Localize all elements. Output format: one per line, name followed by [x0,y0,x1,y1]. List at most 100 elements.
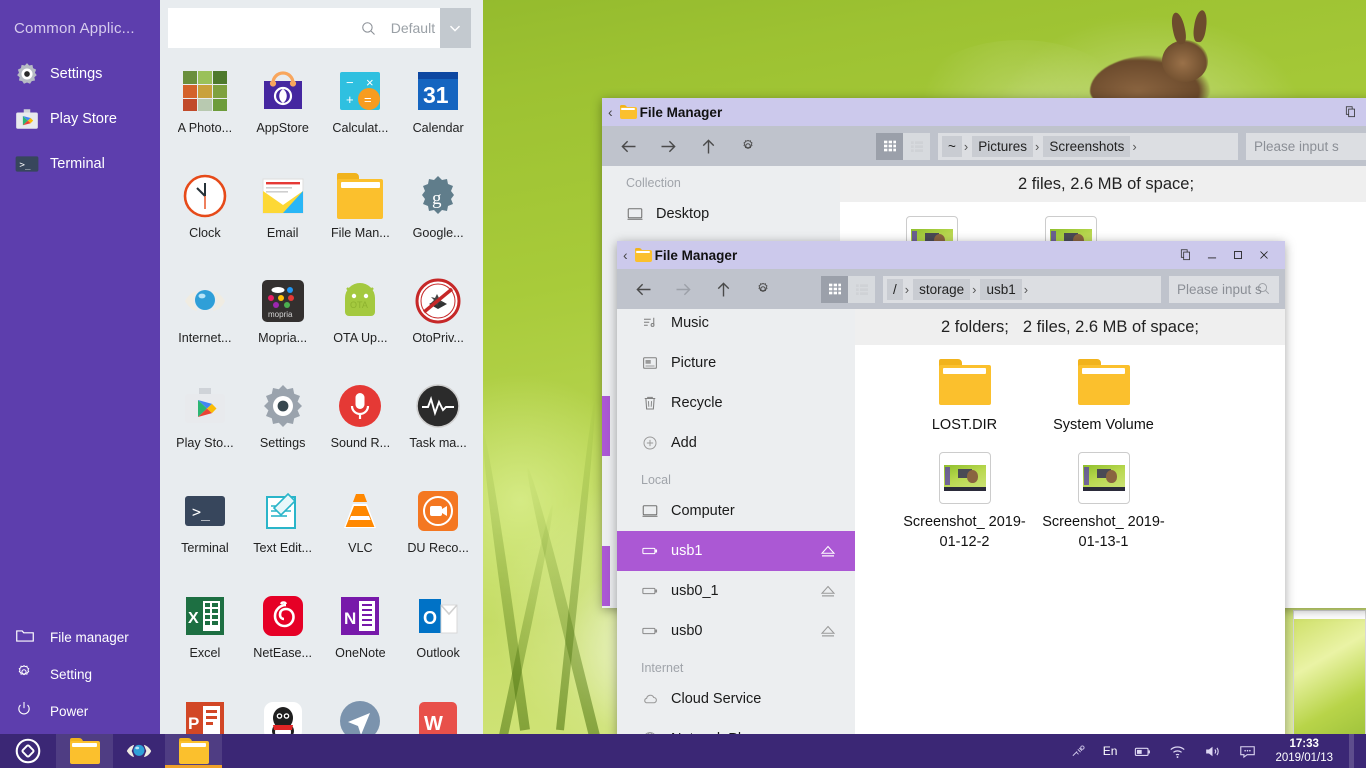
app-tile[interactable]: OTA OTA Up... [322,272,400,371]
app-tile[interactable]: mopria Mopria... [244,272,322,371]
app-tile[interactable]: Clock [166,167,244,266]
clock[interactable]: 17:33 2019/01/13 [1273,737,1333,766]
sidebar-item-usb0[interactable]: usb0 [617,611,855,651]
gear-icon[interactable] [743,269,783,309]
breadcrumb-item[interactable]: Screenshots [1043,135,1131,157]
sidebar-item-usb1[interactable]: usb1 [617,531,855,571]
app-tile[interactable]: g Google... [399,167,477,266]
app-tile[interactable]: VLC [322,482,400,581]
search-input[interactable]: Please input s [1246,132,1366,160]
eject-icon[interactable] [819,622,837,640]
volume-icon[interactable] [1203,742,1222,761]
back-chevron-icon[interactable]: ‹ [623,247,628,263]
sidebar-item-terminal[interactable]: >_ Terminal [0,141,160,186]
taskbar-item-file-manager-1[interactable] [56,734,113,768]
sidebar-item-setting[interactable]: Setting [0,656,160,693]
eject-icon[interactable] [819,582,837,600]
maximize-icon[interactable] [1225,244,1251,266]
sidebar-item-cloud-service[interactable]: Cloud Service [617,679,855,719]
breadcrumb-item[interactable]: / [887,278,903,300]
sidebar-item-play-store[interactable]: Play Store [0,96,160,141]
sidebar-item-recycle[interactable]: Recycle [617,383,855,423]
notifications-icon[interactable] [1238,742,1257,761]
file-item[interactable]: LOST.DIR [895,359,1034,436]
up-arrow-icon[interactable] [703,269,743,309]
search-input[interactable] [179,9,360,47]
app-tile[interactable]: X Excel [166,587,244,686]
app-tile[interactable]: − × + = Calculat... [322,62,400,161]
copy-icon[interactable] [1338,101,1364,123]
forward-arrow-icon[interactable] [663,269,703,309]
file-area[interactable]: 2 folders; 2 files, 2.6 MB of space; LOS… [855,309,1285,740]
sidebar-item-usb0_1[interactable]: usb0_1 [617,571,855,611]
app-tile[interactable]: >_ Terminal [166,482,244,581]
sidebar-item-power[interactable]: Power [0,693,160,730]
sidebar-item-picture[interactable]: Picture [617,343,855,383]
show-desktop-button[interactable] [1349,734,1354,768]
app-tile[interactable]: NetEase... [244,587,322,686]
gear-icon[interactable] [728,126,768,166]
file-item[interactable]: System Volume [1034,359,1173,436]
app-tile[interactable]: Email [244,167,322,266]
window-title-bar[interactable]: ‹ File Manager [617,241,1285,269]
app-tile[interactable]: N OneNote [322,587,400,686]
back-chevron-icon[interactable]: ‹ [608,104,613,120]
background-window-fragment[interactable] [1293,610,1366,740]
view-toggle[interactable] [821,275,875,303]
vpn-icon[interactable] [1070,743,1087,760]
app-tile[interactable]: File Man... [322,167,400,266]
file-manager-window-front[interactable]: ‹ File Manager / › storage › usb1 › Plea… [617,241,1285,740]
grid-view-icon[interactable] [821,275,848,303]
forward-arrow-icon[interactable] [648,126,688,166]
navigation-sidebar[interactable]: Music Picture Recycle Add Local Computer… [617,309,855,740]
close-icon[interactable] [1251,244,1277,266]
list-view-icon[interactable] [903,132,930,160]
filter-select-value[interactable]: Default [386,8,440,48]
app-launcher-icon[interactable] [0,734,56,768]
app-tile[interactable]: 31 Calendar [399,62,477,161]
sidebar-item-computer[interactable]: Computer [617,491,855,531]
search-icon[interactable] [1256,281,1271,296]
file-item[interactable]: Screenshot_ 2019-01-12-2 [895,451,1034,553]
taskbar-item-internet[interactable] [113,734,165,768]
breadcrumb-item[interactable]: Pictures [972,135,1034,157]
chevron-down-icon[interactable] [439,8,471,48]
search-box[interactable] [168,8,386,48]
sidebar-item-add[interactable]: Add [617,423,855,463]
breadcrumb[interactable]: ~ › Pictures › Screenshots › [938,132,1238,160]
window-title-bar[interactable]: ‹ File Manager [602,98,1366,126]
file-item[interactable]: Screenshot_ 2019-01-13-1 [1034,451,1173,553]
app-tile[interactable]: Task ma... [399,377,477,476]
app-tile[interactable]: AppStore [244,62,322,161]
search-input[interactable]: Please input s [1169,275,1279,303]
sidebar-item-file-manager[interactable]: File manager [0,619,160,656]
breadcrumb-item[interactable]: storage [913,278,971,300]
app-tile[interactable]: Sound R... [322,377,400,476]
app-tile[interactable]: Internet... [166,272,244,371]
search-icon[interactable] [360,20,377,37]
list-view-icon[interactable] [848,275,875,303]
up-arrow-icon[interactable] [688,126,728,166]
minimize-icon[interactable] [1199,244,1225,266]
language-indicator[interactable]: En [1103,744,1118,758]
eject-icon[interactable] [819,542,837,560]
grid-view-icon[interactable] [876,132,903,160]
copy-icon[interactable] [1173,244,1199,266]
app-tile[interactable]: Text Edit... [244,482,322,581]
taskbar-item-file-manager-2[interactable] [165,734,222,768]
view-toggle[interactable] [876,132,930,160]
back-arrow-icon[interactable] [608,126,648,166]
app-tile[interactable]: DU Reco... [399,482,477,581]
wifi-icon[interactable] [1168,742,1187,761]
breadcrumb[interactable]: / › storage › usb1 › [883,275,1161,303]
breadcrumb-item[interactable]: ~ [942,135,962,157]
app-tile[interactable]: Settings [244,377,322,476]
app-tile[interactable]: A Photo... [166,62,244,161]
back-arrow-icon[interactable] [623,269,663,309]
battery-icon[interactable] [1133,742,1152,761]
sidebar-item-desktop[interactable]: Desktop [602,194,840,234]
sidebar-item-settings[interactable]: Settings [0,51,160,96]
breadcrumb-item[interactable]: usb1 [980,278,1022,300]
app-tile[interactable]: O Outlook [399,587,477,686]
app-tile[interactable]: Play Sto... [166,377,244,476]
